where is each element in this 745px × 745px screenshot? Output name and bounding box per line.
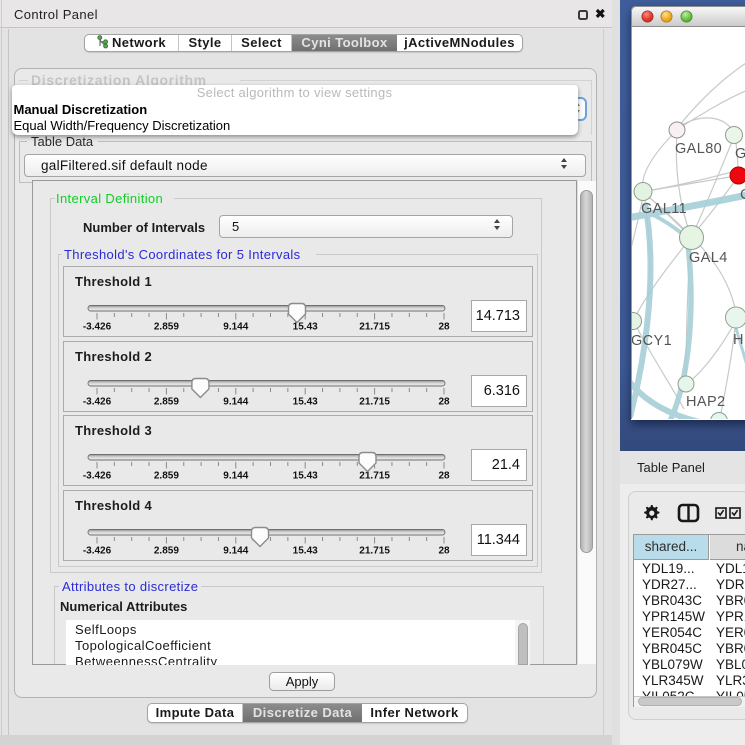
svg-text:28: 28: [438, 396, 450, 407]
svg-text:21.715: 21.715: [359, 322, 390, 333]
svg-text:2.859: 2.859: [154, 396, 179, 407]
svg-text:-3.426: -3.426: [83, 322, 112, 333]
svg-text:GAL11: GAL11: [641, 201, 687, 217]
svg-text:21.715: 21.715: [359, 471, 390, 482]
svg-text:2.859: 2.859: [154, 471, 179, 482]
svg-text:9.144: 9.144: [223, 396, 248, 407]
svg-text:28: 28: [438, 545, 450, 556]
svg-text:G: G: [735, 146, 745, 162]
svg-text:9.144: 9.144: [223, 545, 248, 556]
svg-text:28: 28: [438, 322, 450, 333]
svg-text:21.715: 21.715: [359, 396, 390, 407]
svg-text:15.43: 15.43: [293, 471, 318, 482]
svg-text:15.43: 15.43: [293, 545, 318, 556]
svg-text:21.715: 21.715: [359, 545, 390, 556]
svg-text:H: H: [733, 332, 744, 348]
svg-text:2.859: 2.859: [154, 322, 179, 333]
svg-text:9.144: 9.144: [223, 322, 248, 333]
svg-text:GAL80: GAL80: [675, 141, 722, 157]
svg-text:15.43: 15.43: [293, 396, 318, 407]
svg-text:-3.426: -3.426: [83, 545, 112, 556]
svg-text:2.859: 2.859: [154, 545, 179, 556]
svg-text:C: C: [740, 187, 745, 203]
svg-text:-3.426: -3.426: [83, 396, 112, 407]
svg-text:28: 28: [438, 471, 450, 482]
svg-text:GCY1: GCY1: [632, 333, 672, 349]
svg-text:15.43: 15.43: [293, 322, 318, 333]
svg-text:-3.426: -3.426: [83, 471, 112, 482]
svg-text:HAP2: HAP2: [686, 394, 725, 410]
svg-text:9.144: 9.144: [223, 471, 248, 482]
svg-text:GAL4: GAL4: [689, 250, 728, 266]
